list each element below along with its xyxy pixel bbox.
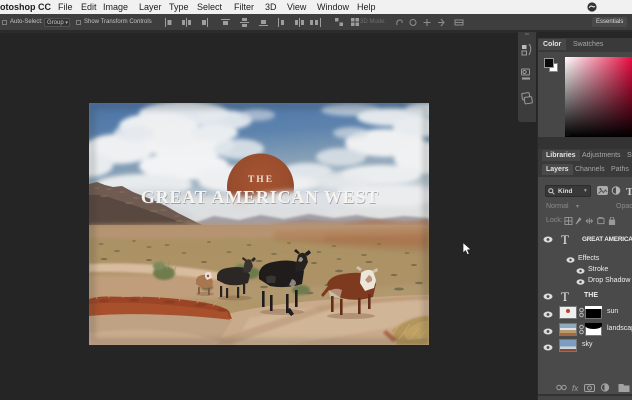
svg-text:THE: THE bbox=[248, 175, 274, 185]
svg-text:GREAT AMERICAN WEST: GREAT AMERICAN WEST bbox=[141, 187, 379, 207]
svg-text:fx: fx bbox=[572, 384, 579, 392]
svg-text:T: T bbox=[626, 186, 632, 197]
